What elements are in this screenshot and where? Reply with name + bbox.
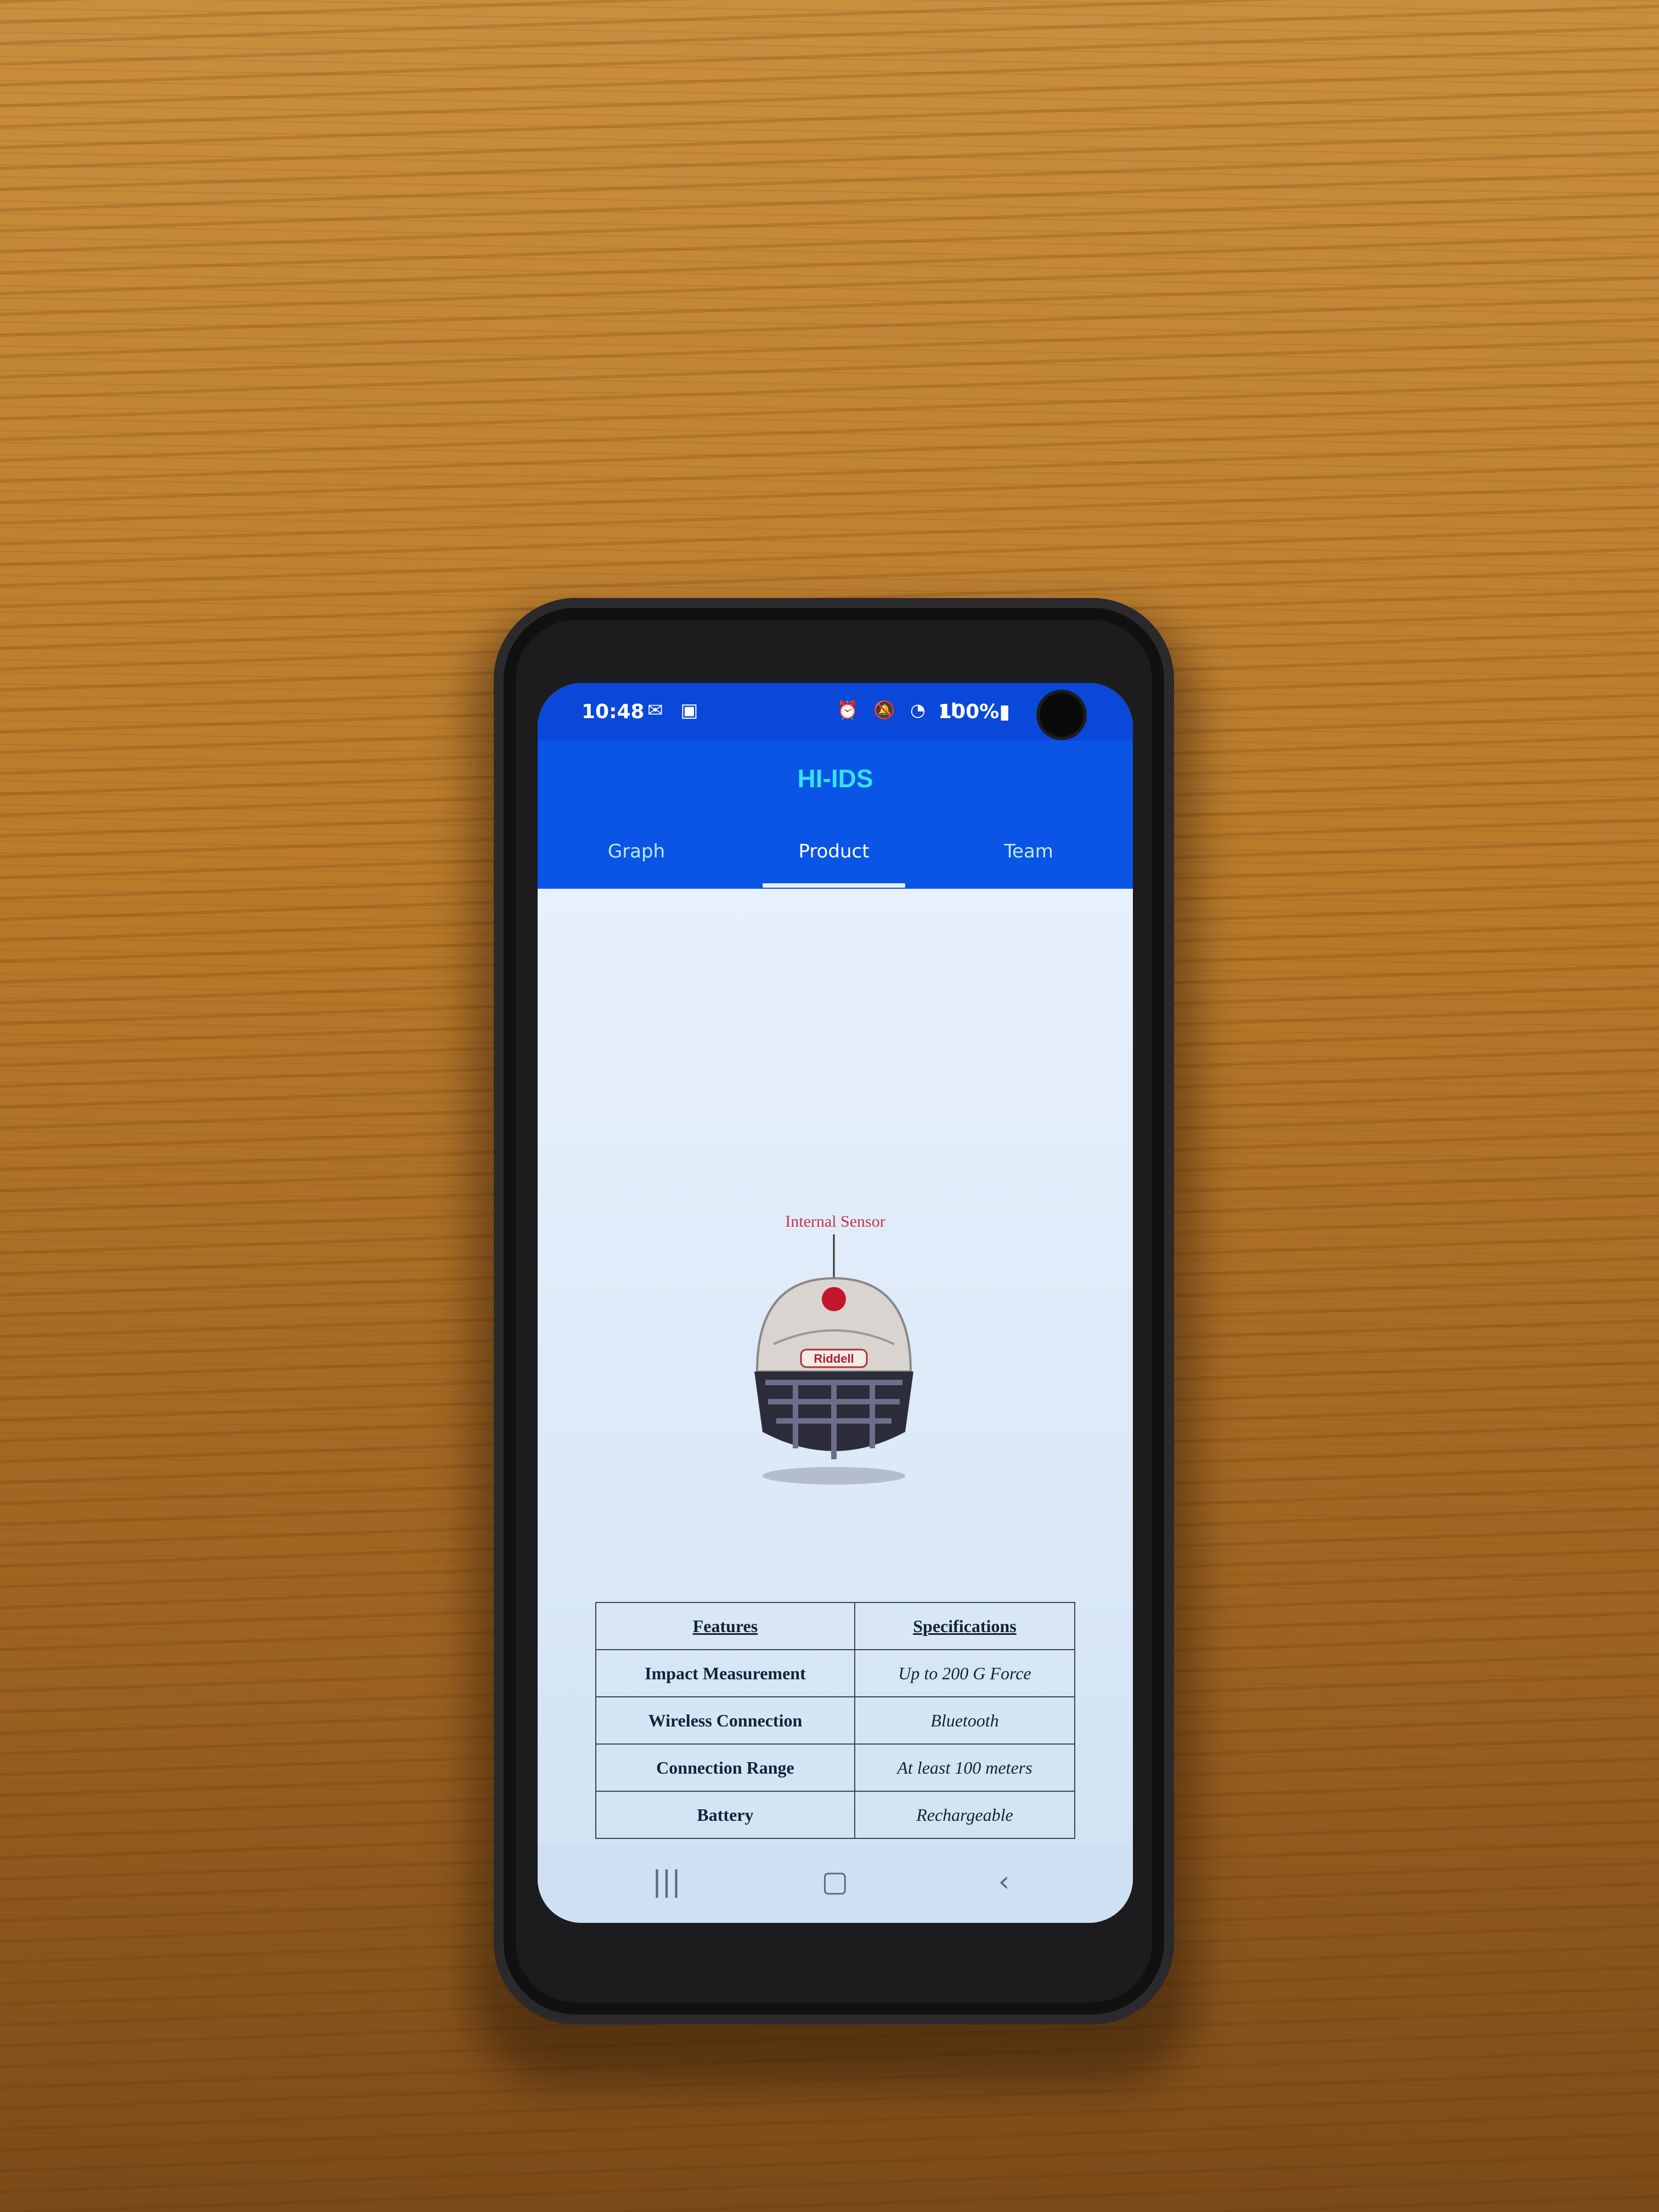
- helmet-illustration: Riddell: [754, 1234, 913, 1485]
- table-row: Battery Rechargeable: [595, 1791, 1076, 1839]
- helmet-brand-text: Riddell: [814, 1352, 854, 1365]
- tab-graph[interactable]: Graph: [554, 840, 719, 862]
- active-tab-indicator: [763, 883, 905, 888]
- status-bar: 10:48 ✉ ▣ ⏰ 🔕 ◔ ıl 100%▮: [538, 683, 1133, 741]
- system-nav-bar: ||| ▢ ‹: [538, 1843, 1133, 1923]
- status-time: 10:48: [582, 701, 645, 723]
- tab-team[interactable]: Team: [946, 840, 1111, 862]
- feature-cell: Impact Measurement: [595, 1649, 855, 1697]
- feature-cell: Wireless Connection: [595, 1696, 855, 1745]
- back-icon[interactable]: ‹: [971, 1865, 1037, 1898]
- app-header: HI-IDS Graph Product Team: [538, 741, 1133, 889]
- spec-cell: Up to 200 G Force: [854, 1649, 1076, 1697]
- specifications-header: Specifications: [854, 1602, 1076, 1650]
- features-header: Features: [595, 1602, 855, 1650]
- app-title: HI-IDS: [797, 764, 873, 793]
- product-content: Internal Sensor Riddell Features Specifi…: [538, 889, 1133, 1843]
- tab-bar: Graph Product Team: [538, 828, 1133, 889]
- feature-cell: Connection Range: [595, 1743, 855, 1792]
- table-row: Connection Range At least 100 meters: [595, 1743, 1076, 1792]
- spec-cell: At least 100 meters: [854, 1743, 1076, 1792]
- tab-product[interactable]: Product: [752, 840, 916, 862]
- table-row: Wireless Connection Bluetooth: [595, 1696, 1076, 1745]
- specifications-table: Features Specifications Impact Measureme…: [595, 1602, 1076, 1839]
- internal-sensor-label: Internal Sensor: [785, 1212, 885, 1231]
- battery-indicator: 100%▮: [938, 701, 1011, 723]
- spec-cell: Bluetooth: [854, 1696, 1076, 1745]
- front-camera: [1040, 693, 1084, 737]
- sensor-dot: [822, 1287, 846, 1311]
- table-row: Impact Measurement Up to 200 G Force: [595, 1649, 1076, 1697]
- notification-icons: ✉ ▣: [647, 699, 704, 721]
- phone-screen: 10:48 ✉ ▣ ⏰ 🔕 ◔ ıl 100%▮ HI-IDS Graph Pr…: [538, 683, 1133, 1923]
- recents-icon[interactable]: |||: [634, 1865, 699, 1898]
- table-header-row: Features Specifications: [595, 1602, 1076, 1650]
- spec-cell: Rechargeable: [854, 1791, 1076, 1839]
- home-icon[interactable]: ▢: [802, 1865, 868, 1898]
- feature-cell: Battery: [595, 1791, 855, 1839]
